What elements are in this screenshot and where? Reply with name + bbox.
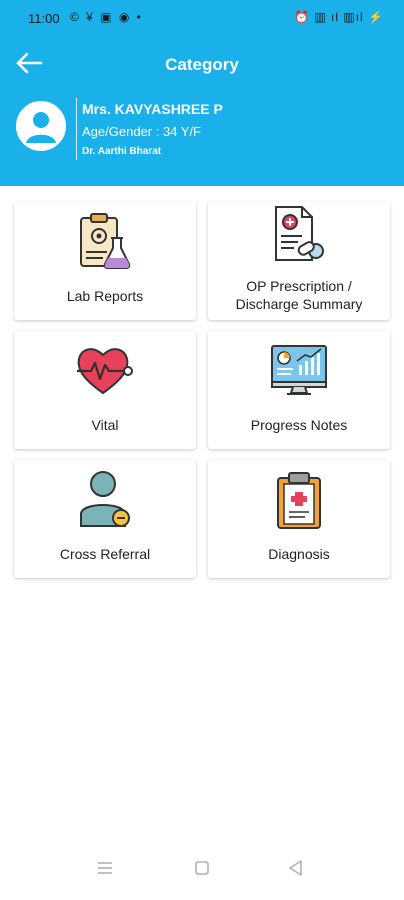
system-nav-bar [0, 846, 404, 900]
menu-icon[interactable] [96, 860, 114, 876]
clipboard-icon [277, 472, 321, 529]
triangle-back-icon[interactable] [288, 859, 304, 877]
patient-name: Mrs. KAVYASHREE P [82, 101, 223, 117]
page-title: Category [165, 55, 239, 74]
prescription-icon [275, 206, 324, 261]
category-label: Vital [91, 417, 119, 433]
app-header: Category Mrs. KAVYASHREE P Age/Gender : … [0, 38, 404, 186]
category-card-vital[interactable]: Vital [14, 331, 196, 449]
category-label: Progress Notes [250, 417, 348, 433]
category-label: Cross Referral [59, 546, 151, 562]
category-card-diagnosis[interactable]: Diagnosis [208, 460, 390, 578]
status-bar: 11:00 © ¥ ▣ ◉ • ⏰ ▥ ıl ▥ıl ⚡ [0, 0, 404, 38]
category-card-progress-notes[interactable]: Progress Notes [208, 331, 390, 449]
notification-icons: © ¥ ▣ ◉ • [70, 10, 143, 24]
category-label: Diagnosis [268, 546, 330, 562]
status-time: 11:00 [28, 11, 60, 26]
category-label: Lab Reports [66, 288, 144, 304]
square-icon[interactable] [194, 860, 210, 876]
category-card-op-prescription[interactable]: OP Prescription / Discharge Summary [208, 202, 390, 320]
patient-age-gender: Age/Gender : 34 Y/F [82, 124, 201, 139]
heart-pulse-icon [77, 348, 133, 395]
category-label-line-1: OP Prescription / [246, 278, 352, 294]
lab-report-icon [80, 213, 131, 269]
user-referral-icon [80, 471, 130, 527]
category-label-line-2: Discharge Summary [235, 296, 363, 312]
header-divider [76, 98, 77, 160]
category-card-lab-reports[interactable]: Lab Reports [14, 202, 196, 320]
user-avatar-icon [18, 103, 64, 149]
system-icons: ⏰ ▥ ıl ▥ıl ⚡ [294, 10, 384, 24]
category-card-cross-referral[interactable]: Cross Referral [14, 460, 196, 578]
doctor-name: Dr. Aarthi Bharat [82, 146, 162, 157]
avatar [16, 101, 66, 151]
category-label: OP Prescription / Discharge Summary [208, 277, 390, 313]
monitor-chart-icon [271, 345, 327, 395]
